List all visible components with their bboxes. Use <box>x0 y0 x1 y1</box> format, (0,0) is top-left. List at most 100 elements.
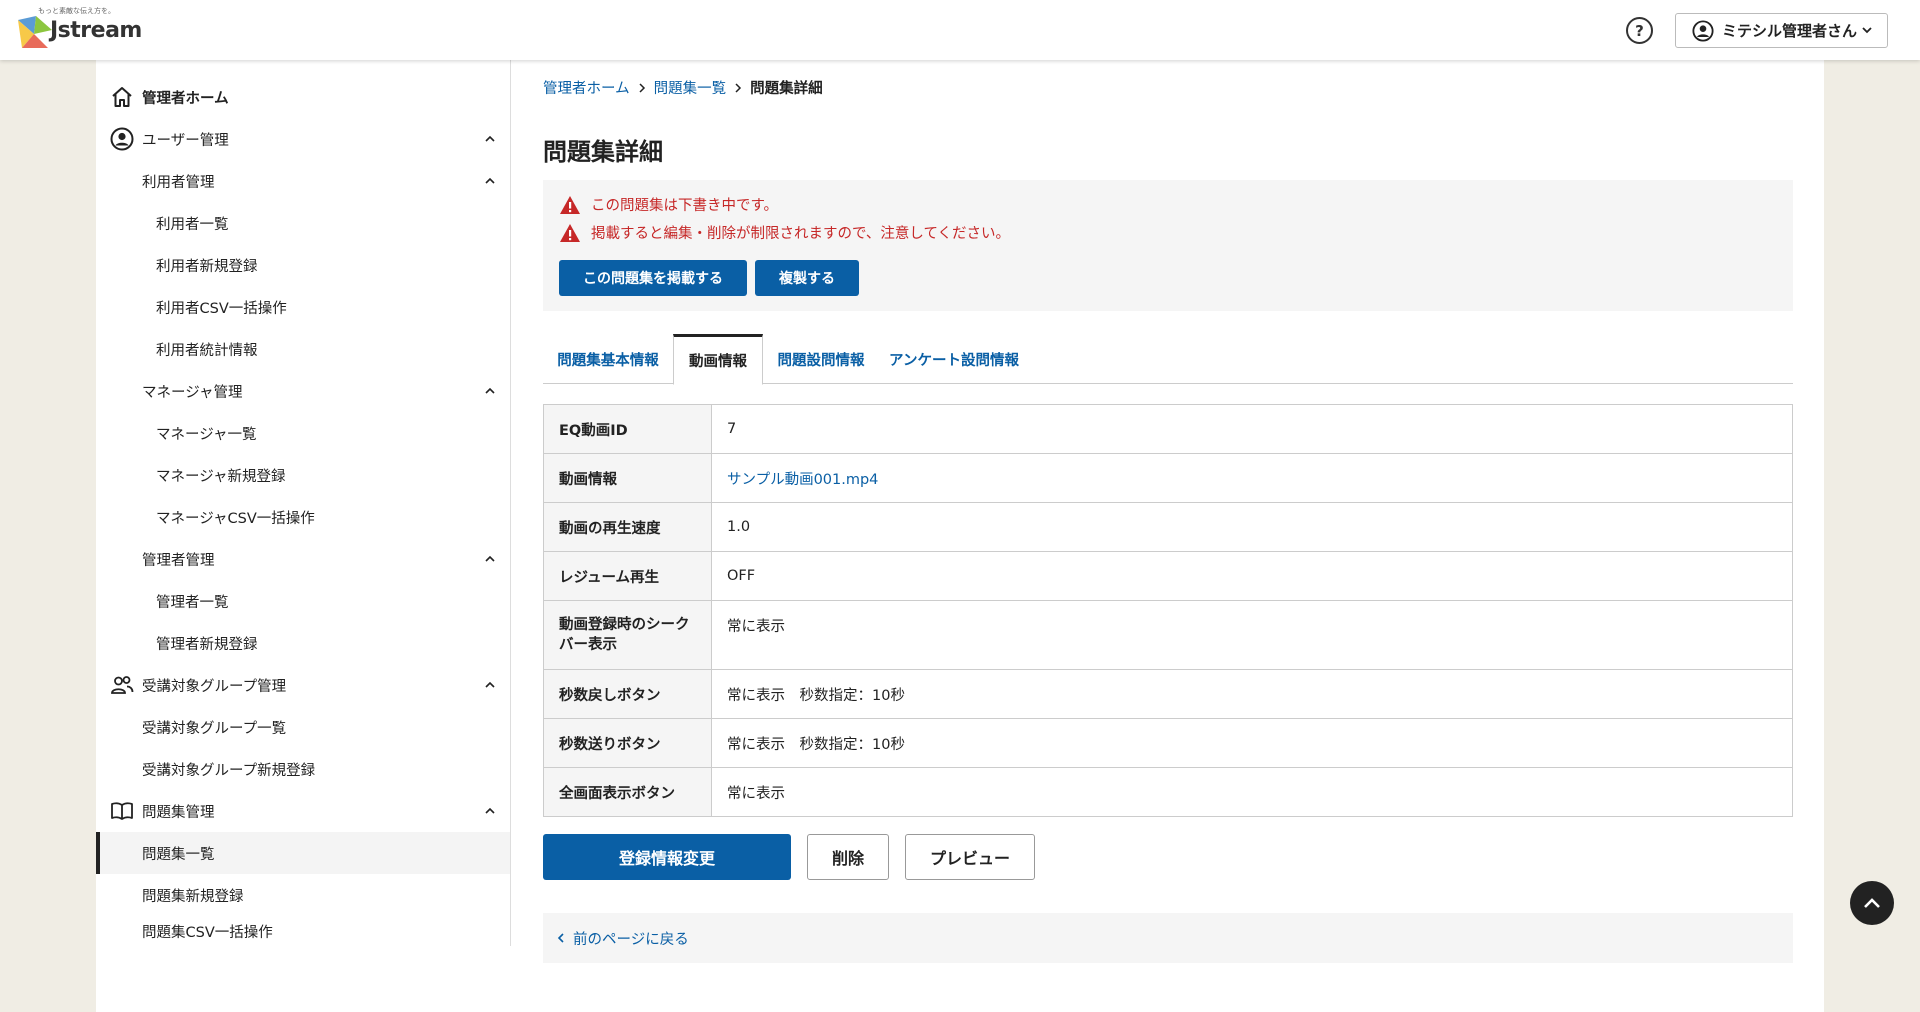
row-value: 常に表示 秒数指定：10秒 <box>711 718 1793 768</box>
sidebar-item-admin-list[interactable]: 管理者一覧 <box>96 580 510 622</box>
breadcrumb-admin-home[interactable]: 管理者ホーム <box>543 77 630 98</box>
sidebar-nav: 管理者ホーム ユーザー管理 利用者管理 利用者一覧 利用者新規登録 利用者CSV… <box>96 60 511 946</box>
chevron-up-icon <box>1864 898 1880 908</box>
sidebar-item-workbook-new[interactable]: 問題集新規登録 <box>96 874 510 916</box>
chevron-up-icon <box>485 135 495 142</box>
user-circle-icon <box>110 127 134 151</box>
row-value: 7 <box>711 404 1793 454</box>
sidebar-item-workbook-mgmt[interactable]: 問題集管理 <box>96 790 510 832</box>
tab-question-info[interactable]: 問題設問情報 <box>763 334 879 384</box>
sidebar-item-manager-csv[interactable]: マネージャCSV一括操作 <box>96 496 510 538</box>
row-label: EQ動画ID <box>543 404 712 454</box>
sidebar-item-manager-new[interactable]: マネージャ新規登録 <box>96 454 510 496</box>
sidebar-item-manager-mgmt[interactable]: マネージャ管理 <box>96 370 510 412</box>
sidebar-item-label: 利用者統計情報 <box>156 342 258 359</box>
sidebar-item-user-list[interactable]: 利用者一覧 <box>96 202 510 244</box>
chevron-right-icon <box>639 82 645 93</box>
sidebar-item-label: 利用者管理 <box>142 174 215 191</box>
sidebar-item-label: 管理者ホーム <box>142 90 229 107</box>
user-avatar-icon <box>1692 19 1714 42</box>
sidebar-item-label: 管理者管理 <box>142 552 215 569</box>
users-group-icon <box>111 676 134 694</box>
sidebar-item-label: 問題集新規登録 <box>142 888 244 905</box>
sidebar-item-label: 受講対象グループ一覧 <box>142 720 287 737</box>
jstream-logo[interactable]: もっと素敵な伝え方を。 Jstream <box>14 6 142 54</box>
user-name: ミテシル管理者さん <box>1722 22 1858 40</box>
sidebar-item-label: 管理者新規登録 <box>156 636 258 653</box>
table-row: 動画情報 サンプル動画001.mp4 <box>543 453 1793 503</box>
chevron-up-icon <box>485 555 495 562</box>
tab-basic-info[interactable]: 問題集基本情報 <box>543 334 673 384</box>
breadcrumb-current: 問題集詳細 <box>750 81 823 97</box>
sidebar-item-user-new[interactable]: 利用者新規登録 <box>96 244 510 286</box>
sidebar-item-workbook-csv[interactable]: 問題集CSV一括操作 <box>96 916 510 946</box>
row-value: OFF <box>711 551 1793 601</box>
home-icon <box>112 87 132 107</box>
row-label: 動画の再生速度 <box>543 502 712 552</box>
draft-alert: この問題集は下書き中です。 掲載すると編集・削除が制限されますので、注意してくだ… <box>543 180 1793 311</box>
row-value: 常に表示 <box>711 600 1793 670</box>
duplicate-button[interactable]: 複製する <box>755 260 859 296</box>
user-menu-button[interactable]: ミテシル管理者さん <box>1675 13 1888 48</box>
chevron-right-icon <box>735 82 742 93</box>
tab-survey-info[interactable]: アンケート設問情報 <box>879 334 1029 384</box>
tab-video-info[interactable]: 動画情報 <box>673 334 763 385</box>
back-link-label: 前のページに戻る <box>573 931 689 948</box>
sidebar-item-user-mgmt[interactable]: ユーザー管理 <box>96 118 510 160</box>
sidebar-item-label: 問題集CSV一括操作 <box>142 924 273 941</box>
sidebar-item-label: マネージャCSV一括操作 <box>156 510 315 527</box>
sidebar-item-label: 利用者CSV一括操作 <box>156 300 287 317</box>
chevron-down-icon <box>1862 27 1872 34</box>
row-label: 秒数送りボタン <box>543 718 712 768</box>
table-row: 動画登録時のシークバー表示 常に表示 <box>543 600 1793 670</box>
video-info-table: EQ動画ID 7 動画情報 サンプル動画001.mp4 動画の再生速度 1.0 … <box>543 404 1793 817</box>
sidebar-item-label: 受講対象グループ新規登録 <box>142 762 316 779</box>
sidebar-item-label: 問題集一覧 <box>142 846 215 863</box>
alert-text: 掲載すると編集・削除が制限されますので、注意してください。 <box>591 226 1011 242</box>
table-row: レジューム再生 OFF <box>543 551 1793 601</box>
scroll-to-top-button[interactable] <box>1850 881 1894 925</box>
sidebar-item-group-new[interactable]: 受講対象グループ新規登録 <box>96 748 510 790</box>
table-row: EQ動画ID 7 <box>543 404 1793 454</box>
video-file-link[interactable]: サンプル動画001.mp4 <box>727 472 878 488</box>
edit-registration-button[interactable]: 登録情報変更 <box>543 834 791 880</box>
sidebar-item-label: 管理者一覧 <box>156 594 229 611</box>
sidebar-item-label: 利用者新規登録 <box>156 258 258 275</box>
chevron-up-icon <box>485 807 495 814</box>
sidebar-item-workbook-list[interactable]: 問題集一覧 <box>96 832 510 874</box>
sidebar-item-manager-list[interactable]: マネージャ一覧 <box>96 412 510 454</box>
row-value: 常に表示 <box>711 767 1793 817</box>
delete-button[interactable]: 削除 <box>807 834 889 880</box>
help-glyph: ? <box>1635 21 1644 40</box>
sidebar-item-user-stats[interactable]: 利用者統計情報 <box>96 328 510 370</box>
publish-button[interactable]: この問題集を掲載する <box>559 260 747 296</box>
table-row: 秒数戻しボタン 常に表示 秒数指定：10秒 <box>543 669 1793 719</box>
alert-line-restriction: 掲載すると編集・削除が制限されますので、注意してください。 <box>559 222 1010 243</box>
sidebar-item-group-list[interactable]: 受講対象グループ一覧 <box>96 706 510 748</box>
sidebar-item-group-mgmt[interactable]: 受講対象グループ管理 <box>96 664 510 706</box>
sidebar-item-user-admin[interactable]: 利用者管理 <box>96 160 510 202</box>
app-header: もっと素敵な伝え方を。 Jstream ? ミテシル管理者さん <box>0 0 1920 60</box>
sidebar-item-admin-new[interactable]: 管理者新規登録 <box>96 622 510 664</box>
row-label: レジューム再生 <box>543 551 712 601</box>
chevron-up-icon <box>485 681 495 688</box>
table-row: 動画の再生速度 1.0 <box>543 502 1793 552</box>
sidebar-item-admin-home[interactable]: 管理者ホーム <box>96 76 510 118</box>
table-row: 秒数送りボタン 常に表示 秒数指定：10秒 <box>543 718 1793 768</box>
preview-button[interactable]: プレビュー <box>905 834 1035 880</box>
warning-icon <box>560 195 580 214</box>
breadcrumb: 管理者ホーム 問題集一覧 問題集詳細 <box>543 77 823 98</box>
alert-text: この問題集は下書き中です。 <box>591 198 779 214</box>
breadcrumb-workbook-list[interactable]: 問題集一覧 <box>654 77 727 98</box>
alert-line-draft: この問題集は下書き中です。 <box>559 194 778 215</box>
chevron-up-icon <box>485 177 495 184</box>
sidebar-item-user-csv[interactable]: 利用者CSV一括操作 <box>96 286 510 328</box>
sidebar-item-label: ユーザー管理 <box>142 132 229 149</box>
help-icon[interactable]: ? <box>1626 17 1653 44</box>
back-bar: 前のページに戻る <box>543 913 1793 963</box>
row-label: 動画情報 <box>543 453 712 503</box>
back-link[interactable]: 前のページに戻る <box>557 928 689 949</box>
row-value: 常に表示 秒数指定：10秒 <box>711 669 1793 719</box>
sidebar-item-admin-mgmt[interactable]: 管理者管理 <box>96 538 510 580</box>
row-value: 1.0 <box>711 502 1793 552</box>
